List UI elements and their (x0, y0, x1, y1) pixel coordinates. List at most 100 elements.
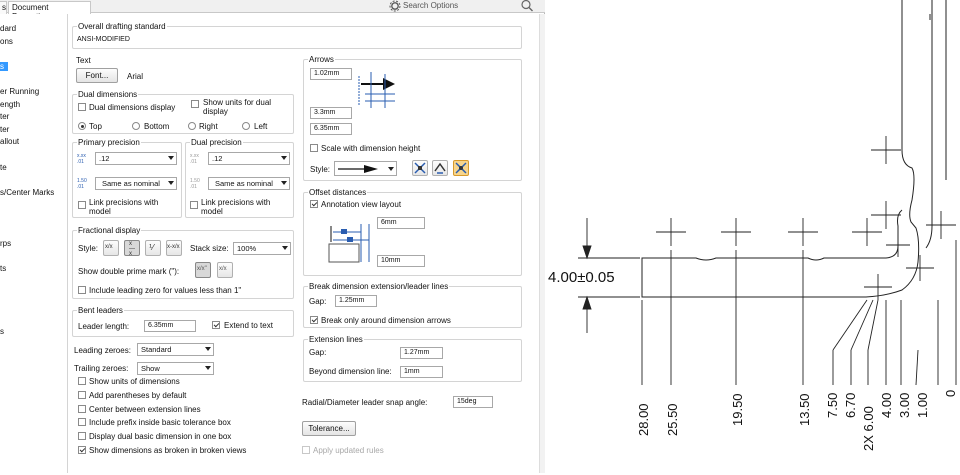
fraction-style-inline-icon[interactable]: x/x (103, 240, 119, 256)
offset-distance-2-input[interactable]: 10mm (377, 255, 425, 267)
dual-link-precision-checkbox[interactable] (190, 201, 198, 209)
option-label: Display dual basic dimension in one box (89, 432, 232, 441)
group-title: Bent leaders (77, 306, 124, 315)
select-value: .12 (212, 154, 223, 163)
arrow-smart-icon[interactable] (453, 160, 469, 176)
tolerance-button[interactable]: Tolerance... (302, 421, 356, 436)
tree-item[interactable]: allout (0, 137, 19, 146)
tab-system-options[interactable]: s (0, 1, 7, 14)
radial-snap-angle-input[interactable]: 15deg (453, 396, 493, 408)
document-properties-dialog: s Document Properties Search Options dar… (0, 0, 545, 473)
scale-dimension-height-label: Scale with dimension height (321, 144, 421, 153)
arrow-size-diagram-icon (358, 72, 395, 108)
offset-distance-1-input[interactable]: 6mm (377, 217, 425, 229)
primary-tolerance-select[interactable]: Same as nominal (95, 177, 177, 190)
dual-top-radio[interactable] (78, 122, 86, 130)
trailing-zeroes-label: Trailing zeroes: (74, 364, 129, 373)
tree-item[interactable]: te (0, 163, 7, 172)
trailing-zeroes-select[interactable]: Show (137, 362, 214, 375)
group-title: Primary precision (77, 138, 141, 147)
annotation-view-layout-label: Annotation view layout (321, 200, 402, 209)
break-gap-input[interactable]: 1.25mm (335, 295, 377, 307)
group-title: Dual precision (190, 138, 243, 147)
precision-icon: x.xx.01 (77, 153, 86, 164)
leader-length-input[interactable]: 6.35mm (144, 320, 196, 332)
search-icon[interactable] (520, 0, 534, 12)
tolerance-precision-icon: 1.50.01 (190, 178, 200, 189)
fraction-style-diagonal-icon[interactable]: ⅟ (145, 240, 161, 256)
fraction-style-stacked-icon[interactable]: x — x (124, 240, 140, 257)
double-prime-off-icon[interactable]: x/x (217, 262, 233, 278)
tree-item[interactable]: ength (0, 100, 20, 109)
extend-to-text-checkbox[interactable] (212, 321, 220, 329)
apply-updated-rules-checkbox[interactable] (302, 446, 310, 454)
options-tree[interactable]: dard ons s er Running ength ter ter allo… (0, 14, 68, 473)
group-title: Arrows (308, 55, 335, 64)
add-parentheses-checkbox[interactable] (78, 391, 86, 399)
stack-size-select[interactable]: 100% (233, 242, 291, 255)
leading-zero-label: Include leading zero for values less tha… (89, 286, 242, 295)
dual-left-radio[interactable] (242, 122, 250, 130)
annotation-view-layout-checkbox[interactable] (310, 200, 318, 208)
arrow-outside-icon[interactable] (432, 160, 448, 176)
drafting-standard-group: Overall drafting standard ANSI-MODIFIED (72, 22, 522, 49)
leading-zeroes-select[interactable]: Standard (137, 343, 214, 356)
chevron-down-icon (168, 181, 174, 185)
scale-dimension-height-checkbox[interactable] (310, 144, 318, 152)
dim-label: 1.00 (915, 393, 930, 418)
center-between-checkbox[interactable] (78, 405, 86, 413)
tab-document-properties[interactable]: Document Properties (8, 1, 91, 21)
dual-right-radio[interactable] (188, 122, 196, 130)
leading-zero-checkbox[interactable] (78, 286, 86, 294)
extension-gap-input[interactable]: 1.27mm (400, 347, 443, 359)
arrow-size-1-input[interactable]: 1.02mm (310, 68, 352, 80)
tree-item[interactable]: dard (0, 24, 16, 33)
arrow-style-select[interactable] (334, 161, 397, 176)
option-label: Center between extension lines (89, 405, 201, 414)
arrow-size-3-input[interactable]: 6.35mm (310, 123, 352, 135)
broken-views-checkbox[interactable] (78, 446, 86, 454)
drawing-canvas[interactable]: 4.00±0.05 28.00 25.50 19.50 13.50 7.50 6… (546, 0, 960, 473)
dual-tolerance-select[interactable]: Same as nominal (208, 177, 290, 190)
tree-item[interactable]: ter (0, 112, 9, 121)
arrow-size-2-input[interactable]: 3.3mm (310, 107, 352, 119)
primary-link-precision-checkbox[interactable] (78, 201, 86, 209)
fraction-style-full-icon[interactable]: x-x/x (166, 240, 182, 256)
dual-dimensions-checkbox[interactable] (78, 103, 86, 111)
font-button[interactable]: Font... (76, 68, 118, 83)
primary-link-precision-label: Link precisions with model (89, 198, 159, 216)
show-units-checkbox[interactable] (78, 377, 86, 385)
tree-item-selected[interactable]: s (0, 62, 8, 71)
radial-snap-angle-label: Radial/Diameter leader snap angle: (302, 398, 428, 407)
show-units-dual-checkbox[interactable] (191, 100, 199, 108)
break-gap-label: Gap: (309, 297, 327, 306)
tree-item[interactable]: rps (0, 239, 11, 248)
dual-bottom-radio[interactable] (132, 122, 140, 130)
tree-item[interactable]: ons (0, 37, 13, 46)
dim-label: 13.50 (797, 393, 812, 426)
dual-top-label: Top (89, 122, 102, 131)
break-around-arrows-checkbox[interactable] (310, 316, 318, 324)
beyond-dimension-line-input[interactable]: 1mm (400, 366, 443, 378)
tree-item[interactable]: er Running (0, 87, 39, 96)
dual-basic-one-box-checkbox[interactable] (78, 432, 86, 440)
chevron-down-icon (281, 156, 287, 160)
double-prime-on-icon[interactable]: x/x" (195, 262, 211, 278)
tree-item[interactable]: ter (0, 125, 9, 134)
arrow-inside-icon[interactable] (412, 160, 428, 176)
select-value: .12 (99, 154, 110, 163)
option-label: Add parentheses by default (89, 391, 187, 400)
dual-link-precision-label: Link precisions with model (201, 198, 271, 216)
primary-precision-select[interactable]: .12 (95, 152, 177, 165)
prefix-inside-checkbox[interactable] (78, 418, 86, 426)
vertical-scrollbar[interactable] (539, 14, 545, 473)
tree-item[interactable]: ts (0, 264, 6, 273)
search-options-input[interactable]: Search Options (403, 1, 458, 10)
tree-item[interactable]: s (0, 327, 4, 336)
leading-zeroes-label: Leading zeroes: (74, 346, 131, 355)
dim-label: 25.50 (665, 403, 680, 436)
tree-item[interactable]: s/Center Marks (0, 188, 54, 197)
dual-precision-select[interactable]: .12 (208, 152, 290, 165)
stack-size-label: Stack size: (190, 244, 229, 253)
select-value: Show (141, 364, 160, 373)
